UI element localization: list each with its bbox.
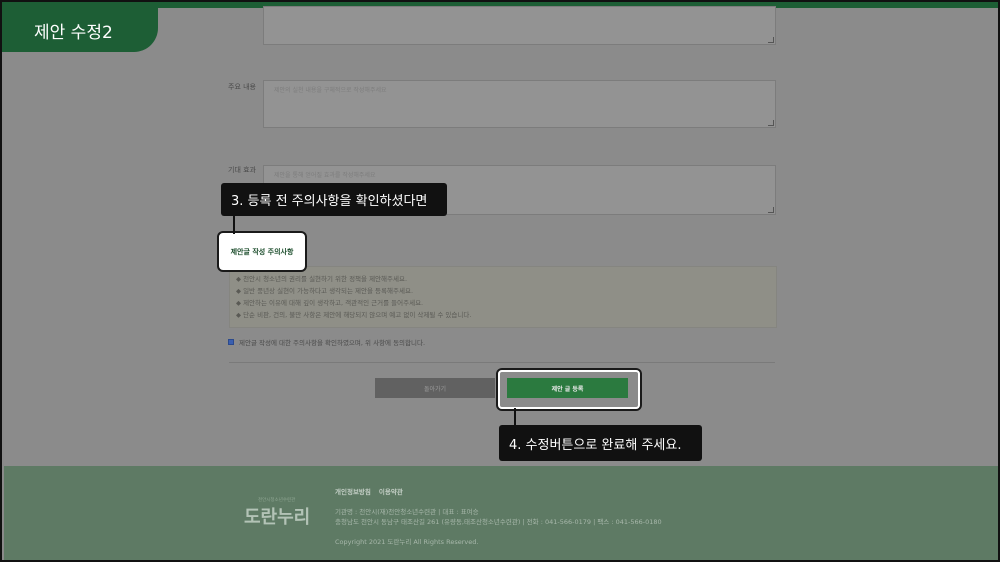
footer-info-line: 기관명 : 천안시(재)천안청소년수련관 | 대표 : 표여승 — [335, 508, 479, 516]
back-button[interactable]: 돌아가기 — [375, 378, 495, 398]
main-content-textarea[interactable]: 제안의 실천 내용을 구체적으로 작성해주세요 — [263, 80, 776, 128]
site-footer: 천안시청소년수련관 도란누리 개인정보방침 이용약관 기관명 : 천안시(재)천… — [4, 466, 998, 560]
site-logo[interactable]: 천안시청소년수련관 도란누리 — [244, 497, 314, 533]
agree-label: 제안글 작성에 대한 주의사항을 확인하였으며, 위 사항에 동의합니다. — [239, 339, 426, 347]
resize-handle-icon[interactable] — [768, 207, 774, 213]
agree-checkbox[interactable] — [228, 339, 234, 345]
privacy-policy-link[interactable]: 개인정보방침 — [335, 486, 371, 496]
resize-handle-icon[interactable] — [768, 120, 774, 126]
tutorial-title-badge: 제안 수정2 — [2, 8, 158, 52]
submit-button-highlight — [498, 370, 640, 409]
notice-line: ◆ 일반 풍년상 실현이 가능하다고 생각되는 제안을 등록해주세요. — [236, 287, 414, 295]
footer-copyright: Copyright 2021 도란누리 All Rights Reserved. — [335, 538, 479, 546]
main-content-label: 주요 내용 — [228, 83, 256, 91]
resize-handle-icon[interactable] — [768, 37, 774, 43]
footer-address-line: 충청남도 천안시 동남구 태조산길 261 (유량동,태조산청소년수련관) | … — [335, 518, 662, 526]
screenshot-frame: 주요 내용 제안의 실천 내용을 구체적으로 작성해주세요 기대 효과 제안을 … — [0, 0, 1000, 562]
step4-callout: 4. 수정버튼으로 완료해 주세요. — [499, 425, 702, 461]
expected-effect-placeholder: 제안을 통해 얻어질 효과를 작성해주세요 — [274, 172, 376, 179]
notice-line: ◆ 제안하는 이유에 대해 깊이 생각하고, 객관적인 근거를 들어주세요. — [236, 299, 424, 307]
notice-line: ◆ 단순 비판, 건의, 불만 사항은 제안에 해당되지 않으며 예고 없이 삭… — [236, 311, 472, 319]
notice-line: ◆ 천안시 청소년의 권리를 실현하기 위한 정책을 제안해주세요. — [236, 275, 408, 283]
divider — [229, 362, 775, 363]
callout-pointer — [233, 215, 235, 234]
expected-effect-label: 기대 효과 — [228, 166, 256, 174]
terms-link[interactable]: 이용약관 — [379, 486, 403, 496]
step3-callout: 3. 등록 전 주의사항을 확인하셨다면 — [221, 183, 447, 216]
notice-title-highlight: 제안글 작성 주의사항 — [219, 233, 305, 270]
agree-row[interactable]: 제안글 작성에 대한 주의사항을 확인하였으며, 위 사항에 동의합니다. — [228, 337, 425, 347]
notice-box: ◆ 천안시 청소년의 권리를 실현하기 위한 정책을 제안해주세요. ◆ 일반 … — [229, 266, 777, 328]
callout-pointer — [514, 408, 516, 426]
footer-links: 개인정보방침 이용약관 — [335, 486, 403, 496]
previous-textarea[interactable] — [263, 6, 776, 45]
logo-text: 도란누리 — [244, 507, 311, 528]
main-content-placeholder: 제안의 실천 내용을 구체적으로 작성해주세요 — [274, 87, 387, 94]
notice-title: 제안글 작성 주의사항 — [230, 247, 294, 256]
tutorial-title: 제안 수정2 — [34, 22, 113, 43]
